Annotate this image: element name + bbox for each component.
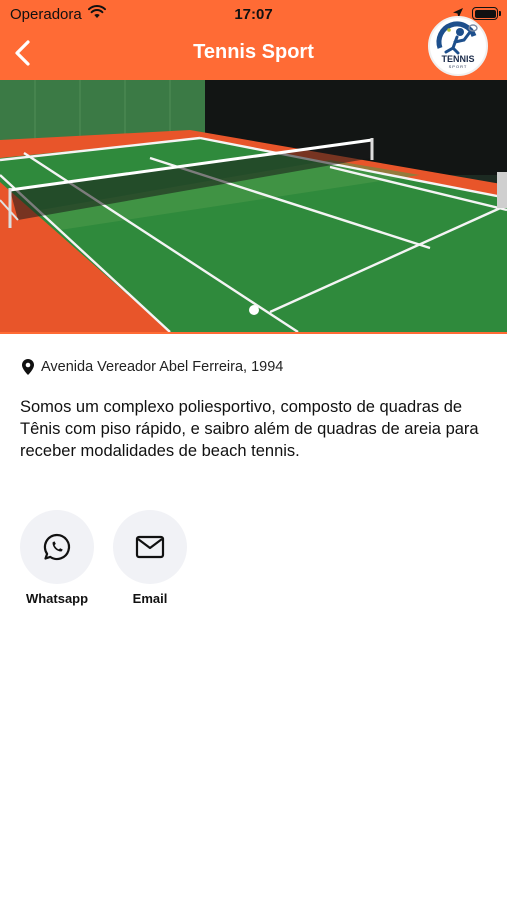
whatsapp-button-circle[interactable] <box>20 510 94 584</box>
venue-address: Avenida Vereador Abel Ferreira, 1994 <box>22 359 283 375</box>
clock: 17:07 <box>234 6 273 23</box>
hero-divider <box>0 332 507 334</box>
email-label: Email <box>132 591 168 606</box>
whatsapp-label: Whatsapp <box>25 591 89 606</box>
whatsapp-icon <box>43 533 71 561</box>
logo-subtext: SPORT <box>449 64 468 69</box>
logo-text: TENNIS <box>441 54 474 64</box>
club-logo: TENNIS SPORT <box>428 16 488 76</box>
tennis-court-photo <box>0 80 507 332</box>
location-pin-icon <box>22 359 34 375</box>
status-bar: Operadora 17:07 <box>0 0 507 28</box>
email-button-circle[interactable] <box>113 510 187 584</box>
carousel-page-indicator[interactable] <box>249 305 259 315</box>
venue-photo-carousel[interactable] <box>0 80 507 332</box>
venue-description: Somos um complexo poliesportivo, compost… <box>20 398 479 460</box>
tennis-player-logo-icon: TENNIS SPORT <box>436 21 478 69</box>
mail-icon <box>135 535 165 559</box>
battery-icon <box>472 7 501 20</box>
whatsapp-button[interactable]: Whatsapp <box>20 510 94 606</box>
email-button[interactable]: Email <box>113 510 187 606</box>
address-text: Avenida Vereador Abel Ferreira, 1994 <box>41 359 284 375</box>
